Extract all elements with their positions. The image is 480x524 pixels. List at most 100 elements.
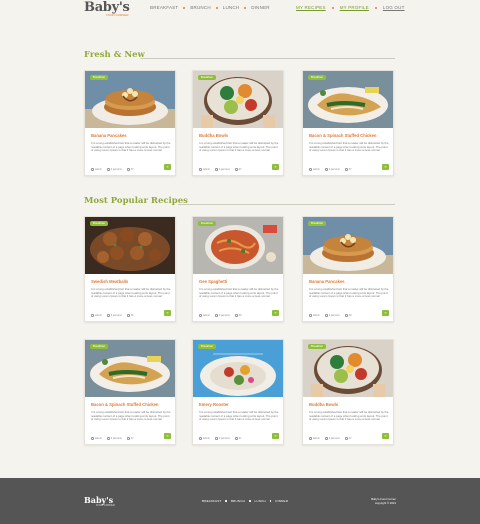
author-meta: admin [91,168,102,171]
author-text: admin [313,314,320,318]
recipe-title[interactable]: Bacon & Spinach Stuffed Chicken [91,402,175,407]
recipe-description: It is a long established fact that a rea… [199,287,279,299]
open-recipe-button[interactable]: » [272,433,279,439]
recipe-card[interactable]: Breakfast Emery Rooster It is a long estab… [192,339,284,445]
servings-icon [214,437,218,440]
nav-log-out[interactable]: LOG OUT [383,5,405,10]
recipe-card[interactable]: Breakfast Buddha Bowls It is a long establ… [192,70,284,176]
recipe-description: It is a long established fact that a rea… [91,287,171,299]
nav-separator [331,6,334,9]
section-divider [178,204,395,205]
likes-meta: 47 [234,437,242,440]
recipe-card[interactable]: Breakfast Banana Pancakes It is a long est… [84,70,176,176]
recipe-photo[interactable]: Breakfast [303,340,393,397]
likes-text: 40 [348,314,352,318]
servings-text: 4 persons [110,168,122,172]
servings-icon [324,314,328,317]
category-badge: Breakfast [198,221,216,226]
likes-meta: 40 [126,314,134,318]
servings-icon [214,314,218,317]
recipe-meta: admin 4 persons 47 [199,168,242,171]
author-text: admin [95,314,102,318]
recipe-description: It is a long established fact that a rea… [91,410,171,422]
open-recipe-button[interactable]: » [164,164,171,170]
author-text: admin [313,168,320,172]
heart-icon [234,314,238,317]
recipe-title[interactable]: Banana Pancakes [309,279,393,284]
recipe-meta: admin 4 persons 47 [91,437,134,440]
nav-dinner[interactable]: DINNER [251,5,269,10]
open-recipe-button[interactable]: » [164,433,171,439]
nav-separator [215,6,218,9]
footer-nav-lunch[interactable]: LUNCH [255,499,266,503]
nav-separator [183,6,186,9]
recipe-card[interactable]: Breakfast Gee Spaghetti It is a long estab… [192,216,284,322]
recipe-card[interactable]: Breakfast Bacon & Spinach Stuffed Chicken… [84,339,176,445]
likes-text: 47 [130,168,134,172]
recipe-photo[interactable]: Breakfast [193,217,283,274]
recipe-card[interactable]: Breakfast Swedish Meatballs It is a long e… [84,216,176,322]
recipe-description: It is a long established fact that a rea… [91,141,171,153]
author-meta: admin [309,168,320,171]
recipe-card[interactable]: Breakfast Banana Pancakes It is a long est… [302,216,394,322]
recipe-photo[interactable]: Breakfast [193,340,283,397]
recipe-card[interactable]: Breakfast Bacon & Spinach Stuffed Chicken… [302,70,394,176]
likes-text: 47 [130,437,134,441]
nav-my-profile[interactable]: MY PROFILE [340,5,369,10]
footer-nav-breakfast[interactable]: BREAKFAST [202,499,221,503]
recipe-photo[interactable]: Breakfast [85,340,175,397]
footer-nav-dinner[interactable]: DINNER [275,499,288,503]
recipe-title[interactable]: Bacon & Spinach Stuffed Chicken [309,133,393,138]
open-recipe-button[interactable]: » [382,433,389,439]
recipe-description: It is a long established fact that a rea… [309,410,389,422]
author-text: admin [95,437,102,441]
likes-text: 40 [130,314,134,318]
site-logo-subtitle: FOOD CORNER [106,13,129,17]
author-meta: admin [309,437,320,440]
recipe-description: It is a long established fact that a rea… [199,141,279,153]
recipe-title[interactable]: Banana Pancakes [91,133,175,138]
section-title-fresh: Fresh & New [84,50,145,60]
category-badge: Breakfast [198,75,216,80]
site-header: Baby's FOOD CORNER BREAKFAST BRUNCH LUNC… [0,0,480,20]
open-recipe-button[interactable]: » [272,164,279,170]
nav-brunch[interactable]: BRUNCH [190,5,210,10]
recipe-title[interactable]: Gee Spaghetti [199,279,283,284]
author-meta: admin [91,314,102,317]
category-badge: Breakfast [90,344,108,349]
recipe-title[interactable]: Buddha Bowls [199,133,283,138]
account-nav: MY RECIPES MY PROFILE LOG OUT [296,5,405,10]
recipe-card[interactable]: Breakfast Buddha Bowls It is a long establ… [302,339,394,445]
site-footer: Baby's FOOD CORNER BREAKFAST BRUNCH LUNC… [0,478,480,524]
recipe-title[interactable]: Swedish Meatballs [91,279,175,284]
nav-lunch[interactable]: LUNCH [223,5,240,10]
open-recipe-button[interactable]: » [272,310,279,316]
user-icon [199,437,202,440]
recipe-title[interactable]: Emery Rooster [199,402,283,407]
servings-text: 4 persons [328,168,340,172]
user-icon [309,314,312,317]
recipe-photo[interactable]: Breakfast [303,71,393,128]
recipe-title[interactable]: Buddha Bowls [309,402,393,407]
nav-separator [244,6,247,9]
heart-icon [126,437,130,440]
recipe-photo[interactable]: Breakfast [85,217,175,274]
servings-text: 4 persons [328,314,340,318]
heart-icon [234,437,238,440]
recipe-photo[interactable]: Breakfast [303,217,393,274]
footer-nav-brunch[interactable]: BRUNCH [231,499,245,503]
open-recipe-button[interactable]: » [382,164,389,170]
footer-copyright: Baby's Food Corner copyright © 2021 [367,497,396,505]
nav-my-recipes[interactable]: MY RECIPES [296,5,326,10]
open-recipe-button[interactable]: » [382,310,389,316]
recipe-photo[interactable]: Breakfast [85,71,175,128]
recipe-photo[interactable]: Breakfast [193,71,283,128]
heart-icon [126,314,130,317]
heart-icon [344,168,348,171]
open-recipe-button[interactable]: » [164,310,171,316]
author-text: admin [203,168,210,172]
likes-meta: 47 [126,168,134,172]
recipe-meta: admin 4 persons 47 [309,437,352,440]
servings-meta: 4 persons [214,314,230,317]
nav-breakfast[interactable]: BREAKFAST [150,5,178,10]
